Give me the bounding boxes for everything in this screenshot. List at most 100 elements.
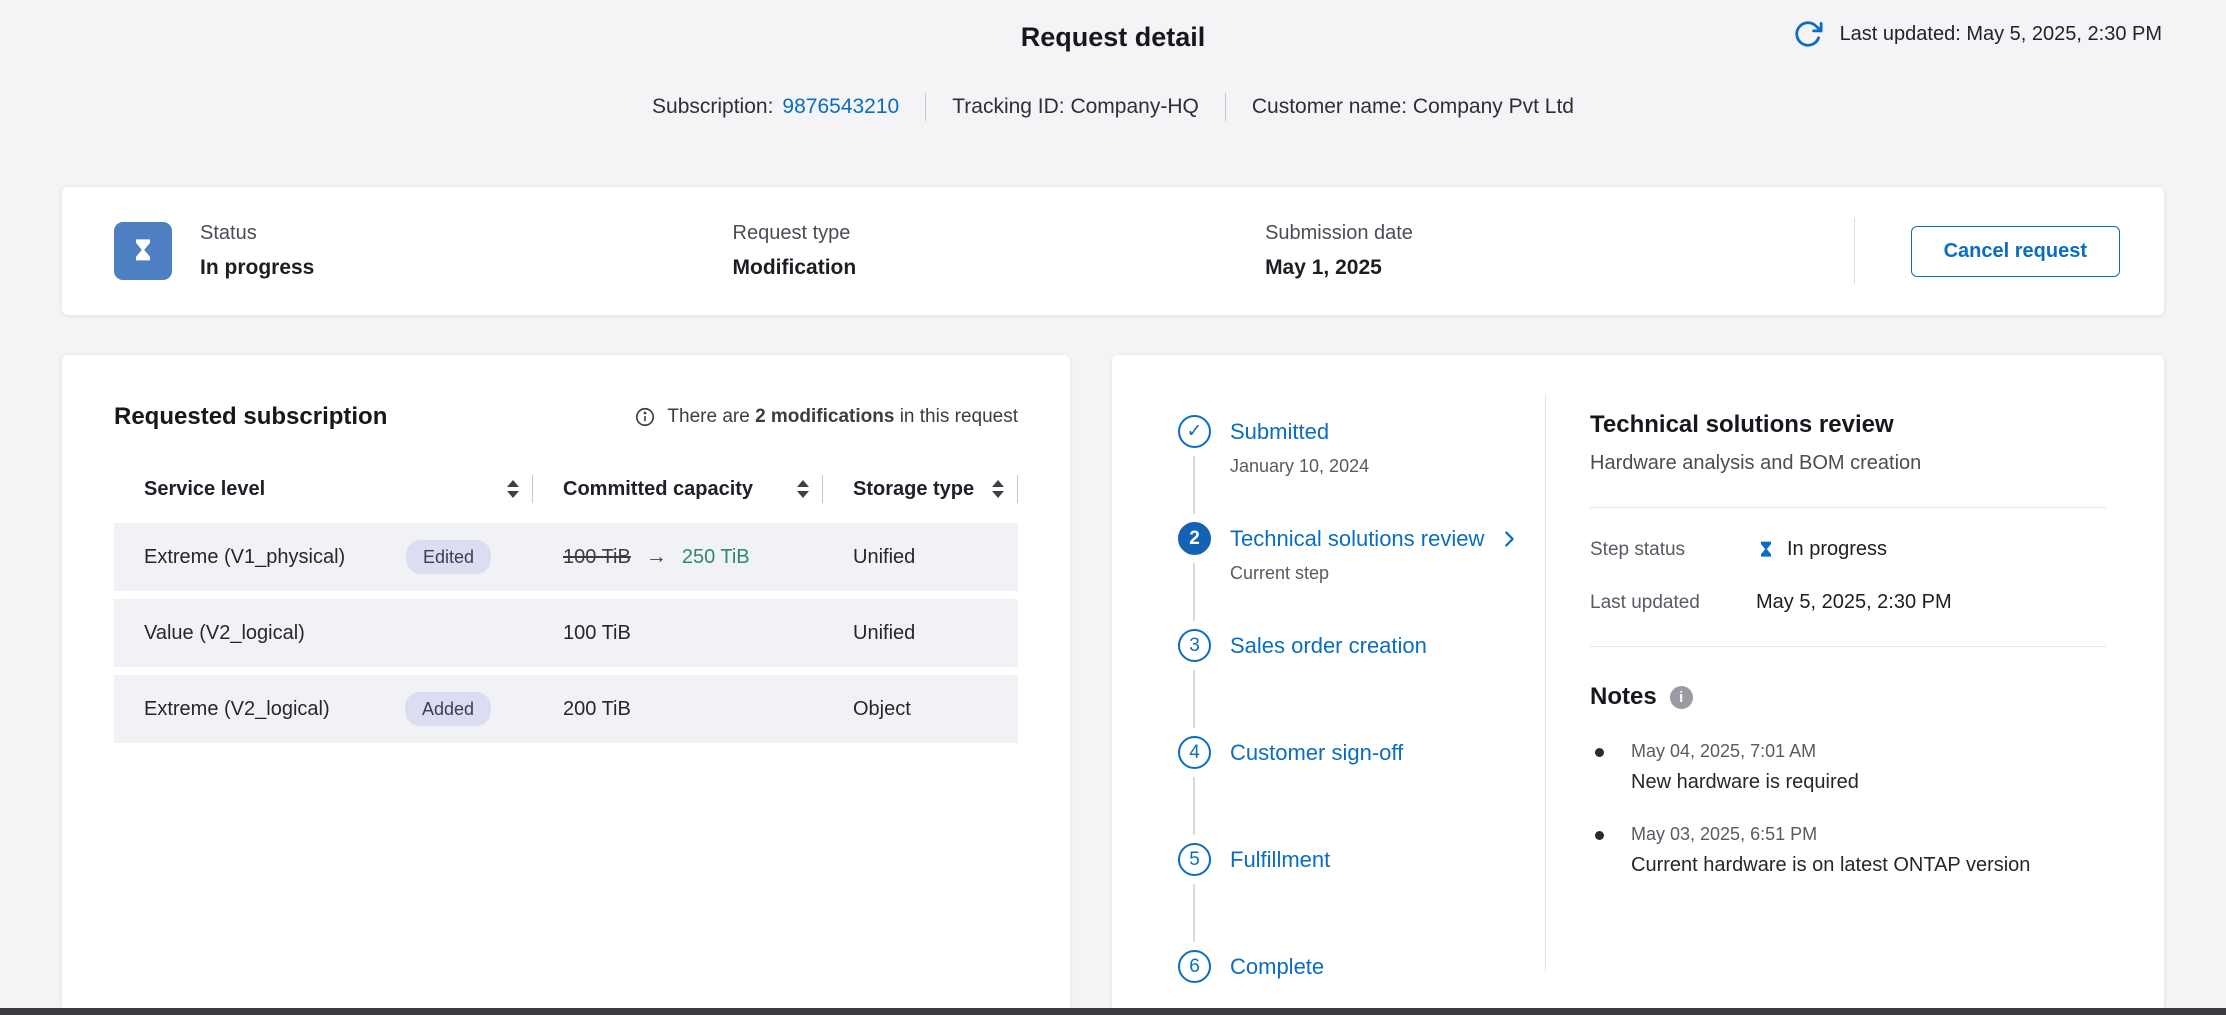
capacity-new-value: 250 TiB <box>682 546 750 569</box>
step-detail: Technical solutions review Hardware anal… <box>1546 355 2164 1011</box>
divider <box>1225 93 1226 121</box>
stepper: ✓ Submitted January 10, 2024 2 Technical… <box>1112 355 1545 1011</box>
step-detail-title: Technical solutions review <box>1590 411 2106 439</box>
column-header-committed-capacity: Committed capacity <box>533 475 823 503</box>
step-label[interactable]: Complete <box>1230 950 1545 983</box>
note-timestamp: May 04, 2025, 7:01 AM <box>1631 741 1859 762</box>
last-updated-area: Last updated: May 5, 2025, 2:30 PM <box>1790 16 2162 52</box>
note-item: May 03, 2025, 6:51 PM Current hardware i… <box>1590 824 2106 877</box>
table-header-row: Service level Committed capacity Storage… <box>114 475 1018 523</box>
cancel-request-button[interactable]: Cancel request <box>1911 226 2120 277</box>
step-fulfillment: 5 Fulfillment <box>1178 843 1545 950</box>
main-content: Requested subscription There are 2 modif… <box>62 355 2164 1011</box>
status-value: In progress <box>200 256 733 280</box>
subscription-item: Subscription: 9876543210 <box>652 95 899 119</box>
table-row: Extreme (V1_physical) Edited 100 TiB → 2… <box>114 523 1018 591</box>
progress-panel: ✓ Submitted January 10, 2024 2 Technical… <box>1112 355 2164 1011</box>
step-number: 5 <box>1178 843 1211 876</box>
added-badge: Added <box>405 692 491 726</box>
customer-name-text: Customer name: Company Pvt Ltd <box>1252 95 1574 119</box>
info-icon <box>634 406 656 428</box>
capacity-value: 100 TiB <box>533 622 823 645</box>
bullet-icon <box>1595 831 1604 840</box>
storage-type-value: Unified <box>823 546 1018 569</box>
request-type-value: Modification <box>733 256 1266 280</box>
step-label[interactable]: Submitted <box>1230 415 1545 448</box>
info-icon[interactable] <box>1670 686 1693 709</box>
request-type-group: Request type Modification <box>733 222 1266 280</box>
subscription-info-bar: Subscription: 9876543210 Tracking ID: Co… <box>0 93 2226 121</box>
subscription-link[interactable]: 9876543210 <box>782 95 899 119</box>
step-status-row: Step status In progress <box>1590 538 2106 561</box>
step-sublabel: January 10, 2024 <box>1230 456 1545 477</box>
status-card: Status In progress Request type Modifica… <box>62 187 2164 315</box>
subscription-label: Subscription: <box>652 95 773 119</box>
storage-type-value: Object <box>823 698 1018 721</box>
step-status-label: Step status <box>1590 539 1756 561</box>
storage-type-value: Unified <box>823 622 1018 645</box>
sort-control[interactable] <box>507 480 519 498</box>
modifications-note: There are 2 modifications in this reques… <box>634 406 1018 428</box>
divider <box>925 93 926 121</box>
capacity-old-value: 100 TiB <box>563 546 631 569</box>
step-sales-order-creation: 3 Sales order creation <box>1178 629 1545 736</box>
divider <box>1590 646 2106 647</box>
edited-badge: Edited <box>406 540 491 574</box>
requested-subscription-title: Requested subscription <box>114 403 387 431</box>
sort-control[interactable] <box>992 480 1004 498</box>
check-icon: ✓ <box>1178 415 1211 448</box>
subscription-table: Service level Committed capacity Storage… <box>114 475 1018 743</box>
tracking-id-text: Tracking ID: Company-HQ <box>952 95 1199 119</box>
step-label[interactable]: Technical solutions review <box>1230 522 1545 555</box>
page-header: Request detail Last updated: May 5, 2025… <box>0 0 2226 53</box>
bullet-icon <box>1595 748 1604 757</box>
last-updated-row: Last updated May 5, 2025, 2:30 PM <box>1590 591 2106 614</box>
step-sublabel: Current step <box>1230 563 1545 584</box>
table-row: Extreme (V2_logical) Added 200 TiB Objec… <box>114 675 1018 743</box>
step-label[interactable]: Customer sign-off <box>1230 736 1545 769</box>
arrow-right-icon: → <box>646 545 667 569</box>
step-technical-solutions-review: 2 Technical solutions review Current ste… <box>1178 522 1545 629</box>
last-updated-text: Last updated: May 5, 2025, 2:30 PM <box>1840 23 2162 46</box>
note-text: Current hardware is on latest ONTAP vers… <box>1631 854 2030 877</box>
status-group: Status In progress <box>200 222 733 280</box>
hourglass-icon <box>114 222 172 280</box>
note-text: New hardware is required <box>1631 771 1859 794</box>
last-updated-label: Last updated <box>1590 592 1756 614</box>
refresh-icon[interactable] <box>1790 16 1826 52</box>
requested-subscription-panel: Requested subscription There are 2 modif… <box>62 355 1070 1011</box>
column-header-storage-type: Storage type <box>823 475 1018 503</box>
step-detail-subtitle: Hardware analysis and BOM creation <box>1590 452 2106 475</box>
hourglass-icon <box>1756 540 1776 560</box>
divider <box>1017 475 1018 503</box>
notes-title: Notes <box>1590 683 1657 711</box>
note-timestamp: May 03, 2025, 6:51 PM <box>1631 824 2030 845</box>
status-label: Status <box>200 222 733 245</box>
column-header-service-level: Service level <box>114 475 533 503</box>
step-status-value: In progress <box>1787 538 1887 561</box>
divider <box>1854 218 1855 284</box>
step-label[interactable]: Fulfillment <box>1230 843 1545 876</box>
submission-date-group: Submission date May 1, 2025 <box>1265 222 1798 280</box>
request-type-label: Request type <box>733 222 1266 245</box>
sort-control[interactable] <box>797 480 809 498</box>
service-level-value: Extreme (V1_physical) <box>144 546 345 569</box>
table-row: Value (V2_logical) 100 TiB Unified <box>114 599 1018 667</box>
note-item: May 04, 2025, 7:01 AM New hardware is re… <box>1590 741 2106 794</box>
step-number: 6 <box>1178 950 1211 983</box>
service-level-value: Value (V2_logical) <box>144 622 305 645</box>
step-number: 2 <box>1178 522 1211 555</box>
submission-date-label: Submission date <box>1265 222 1798 245</box>
submission-date-value: May 1, 2025 <box>1265 256 1798 280</box>
step-customer-sign-off: 4 Customer sign-off <box>1178 736 1545 843</box>
chevron-right-icon <box>1498 528 1520 550</box>
last-updated-value: May 5, 2025, 2:30 PM <box>1756 591 1952 614</box>
divider <box>1590 507 2106 508</box>
step-complete: 6 Complete <box>1178 950 1545 983</box>
bottom-edge-bar <box>0 1008 2226 1015</box>
step-label[interactable]: Sales order creation <box>1230 629 1545 662</box>
step-number: 3 <box>1178 629 1211 662</box>
service-level-value: Extreme (V2_logical) <box>144 698 330 721</box>
capacity-value: 200 TiB <box>533 698 823 721</box>
step-submitted: ✓ Submitted January 10, 2024 <box>1178 415 1545 522</box>
